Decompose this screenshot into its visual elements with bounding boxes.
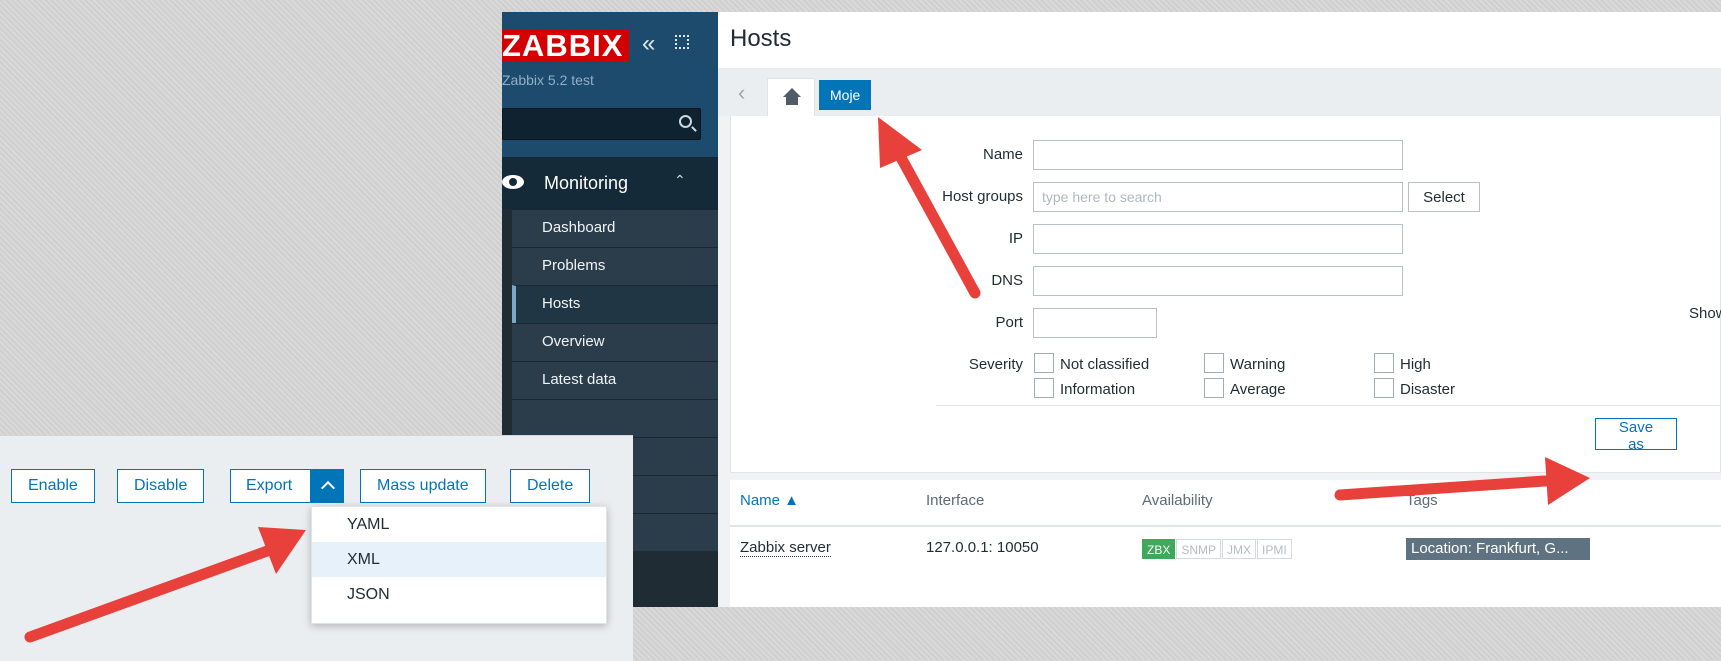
severity-checkbox-average[interactable] bbox=[1204, 378, 1224, 398]
save-as-button[interactable]: Save as bbox=[1595, 418, 1677, 453]
severity-checkbox-warning[interactable] bbox=[1204, 353, 1224, 373]
page-title: Hosts bbox=[730, 25, 792, 52]
zabbix-window: ZABBIX Zabbix 5.2 test « Monitoring ⌃ Da… bbox=[502, 12, 1721, 607]
severity-label: Severity bbox=[968, 356, 1023, 373]
dns-input[interactable] bbox=[1033, 266, 1403, 296]
enable-button[interactable]: Enable bbox=[11, 469, 95, 503]
severity-checkbox-not-classified[interactable] bbox=[1034, 353, 1054, 373]
severity-option-label: Warning bbox=[1230, 356, 1286, 373]
sidebar-item-problems[interactable]: Problems bbox=[512, 247, 718, 285]
ip-label: IP bbox=[1008, 230, 1023, 247]
severity-option-label: Not classified bbox=[1060, 356, 1150, 373]
severity-checkbox-high[interactable] bbox=[1374, 353, 1394, 373]
column-header-availability: Availability bbox=[1142, 492, 1213, 509]
export-dropdown-toggle[interactable] bbox=[311, 469, 344, 503]
severity-option-label: High bbox=[1400, 356, 1431, 373]
sidebar-item[interactable] bbox=[512, 399, 718, 437]
delete-button[interactable]: Delete bbox=[510, 469, 591, 503]
chevron-up-icon: ⌃ bbox=[674, 172, 686, 188]
ip-input[interactable] bbox=[1033, 224, 1403, 254]
sidebar-item-hosts[interactable]: Hosts bbox=[512, 285, 718, 323]
filter-divider bbox=[936, 405, 1721, 406]
filter-panel: Name Host groups Select IP DNS Port Seve… bbox=[730, 116, 1721, 473]
mass-update-button[interactable]: Mass update bbox=[360, 469, 486, 503]
severity-checkbox-disaster[interactable] bbox=[1374, 378, 1394, 398]
action-buttons-panel: Enable Disable Export Mass update Delete… bbox=[0, 435, 633, 661]
sidebar-search-input[interactable] bbox=[502, 108, 701, 140]
show-label: Show bbox=[1689, 305, 1721, 322]
kiosk-mode-icon[interactable] bbox=[675, 35, 689, 49]
name-label: Name bbox=[982, 146, 1023, 163]
host-groups-input[interactable] bbox=[1033, 182, 1403, 212]
column-header-interface: Interface bbox=[926, 492, 985, 509]
export-yaml-option[interactable]: YAML bbox=[312, 507, 606, 542]
header-divider bbox=[730, 525, 1721, 527]
disable-button[interactable]: Disable bbox=[117, 469, 205, 503]
export-format-menu: YAML XML JSON bbox=[311, 506, 607, 624]
sidebar-item-label: Hosts bbox=[542, 295, 581, 312]
export-json-option[interactable]: JSON bbox=[312, 577, 606, 612]
jmx-badge: JMX bbox=[1222, 539, 1257, 559]
sidebar-item-monitoring[interactable]: Monitoring ⌃ bbox=[502, 157, 718, 209]
severity-option-label: Disaster bbox=[1400, 381, 1456, 398]
collapse-sidebar-icon[interactable]: « bbox=[642, 32, 655, 56]
sidebar-item-overview[interactable]: Overview bbox=[512, 323, 718, 361]
severity-option-label: Information bbox=[1060, 381, 1136, 398]
host-name-link[interactable]: Zabbix server bbox=[740, 539, 831, 557]
export-xml-option[interactable]: XML bbox=[312, 542, 606, 577]
tag-badge[interactable]: Location: Frankfurt, G... bbox=[1406, 538, 1590, 560]
sidebar-item-label: Latest data bbox=[542, 371, 617, 388]
dns-label: DNS bbox=[991, 272, 1023, 289]
eye-icon bbox=[502, 175, 524, 189]
sidebar-item-label: Dashboard bbox=[542, 219, 616, 236]
sidebar-item-latest-data[interactable]: Latest data bbox=[512, 361, 718, 399]
name-input[interactable] bbox=[1033, 140, 1403, 170]
export-button[interactable]: Export bbox=[230, 469, 311, 503]
filter-tabs: ‹ Moje bbox=[718, 68, 1721, 116]
chevron-left-icon[interactable]: ‹ bbox=[738, 80, 745, 106]
host-interface: 127.0.0.1: 10050 bbox=[926, 539, 1039, 556]
sidebar-header: ZABBIX Zabbix 5.2 test « bbox=[502, 12, 718, 157]
select-button[interactable]: Select bbox=[1408, 182, 1480, 212]
sidebar-item-label: Monitoring bbox=[544, 173, 629, 193]
port-input[interactable] bbox=[1033, 308, 1157, 338]
page-header: Hosts bbox=[718, 12, 1721, 69]
host-groups-label: Host groups bbox=[942, 188, 1023, 205]
sidebar-item-label: Problems bbox=[542, 257, 606, 274]
tab-home[interactable] bbox=[767, 78, 815, 116]
availability-badges: ZBX SNMP JMX IPMI bbox=[1142, 539, 1292, 559]
search-icon[interactable] bbox=[679, 115, 692, 128]
home-icon bbox=[783, 88, 801, 105]
sidebar-item-dashboard[interactable]: Dashboard bbox=[512, 209, 718, 247]
zabbix-logo[interactable]: ZABBIX bbox=[502, 30, 630, 62]
server-name: Zabbix 5.2 test bbox=[502, 72, 594, 88]
sidebar-item-label: Overview bbox=[542, 333, 605, 350]
snmp-badge: SNMP bbox=[1176, 539, 1222, 559]
zbx-badge: ZBX bbox=[1142, 539, 1176, 559]
column-header-name[interactable]: Name ▲ bbox=[740, 492, 799, 509]
port-label: Port bbox=[995, 314, 1023, 331]
ipmi-badge: IPMI bbox=[1257, 539, 1292, 559]
tab-saved-filter-moje[interactable]: Moje bbox=[819, 80, 872, 110]
hosts-table: Name ▲ Interface Availability Tags Zabbi… bbox=[730, 480, 1721, 607]
column-header-tags: Tags bbox=[1406, 492, 1438, 509]
severity-option-label: Average bbox=[1230, 381, 1286, 398]
severity-checkbox-information[interactable] bbox=[1034, 378, 1054, 398]
